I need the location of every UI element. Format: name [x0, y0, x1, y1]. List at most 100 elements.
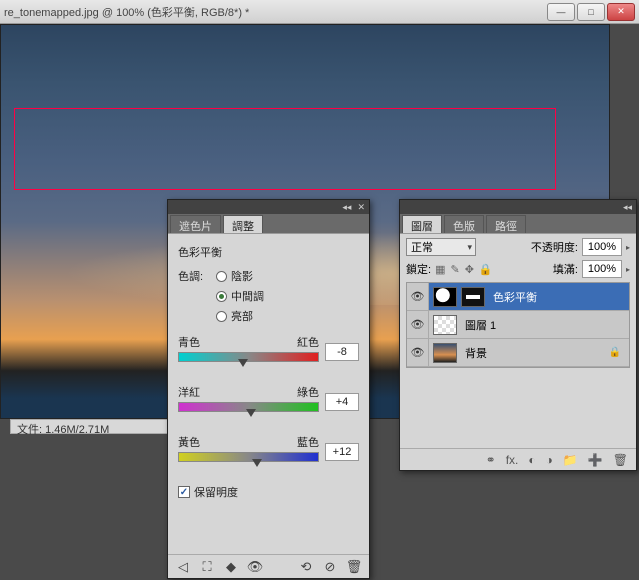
- close-button[interactable]: ✕: [607, 3, 635, 21]
- selection-rectangle[interactable]: [14, 108, 556, 190]
- radio-icon: [216, 271, 227, 282]
- new-layer-icon[interactable]: ➕: [588, 453, 603, 467]
- fill-label: 填滿:: [553, 261, 578, 277]
- panel-header[interactable]: ◂◂ ✕: [168, 200, 369, 214]
- adjustments-panel: ◂◂ ✕ 遮色片 調整 色彩平衡 色調: 陰影 中間調 亮部: [167, 199, 370, 579]
- layer-name: 圖層 1: [461, 317, 500, 333]
- radio-label: 亮部: [231, 308, 253, 324]
- radio-icon: [216, 311, 227, 322]
- slider-left-label: 黃色: [178, 434, 200, 450]
- lock-icon: 🔒: [609, 347, 621, 358]
- chevron-right-icon[interactable]: ▸: [626, 265, 630, 274]
- clip-icon[interactable]: ◆: [224, 560, 238, 574]
- reset-icon[interactable]: ⊘: [323, 560, 337, 574]
- panel-body: 色彩平衡 色調: 陰影 中間調 亮部: [168, 234, 369, 506]
- lock-transparent-icon[interactable]: ▦: [435, 263, 445, 276]
- layers-tabs: 圖層 色版 路徑: [400, 214, 636, 234]
- radio-label: 中間調: [231, 288, 264, 304]
- trash-icon[interactable]: 🗑: [347, 560, 361, 574]
- blend-opacity-row: 正常 不透明度: 100% ▸: [406, 238, 630, 256]
- slider-yellow-blue: 黃色 藍色 +12: [178, 434, 359, 470]
- layer-thumb: [433, 315, 457, 335]
- visibility-toggle[interactable]: 👁: [407, 283, 429, 310]
- tab-channels[interactable]: 色版: [444, 215, 484, 233]
- slider-thumb[interactable]: [238, 359, 248, 367]
- layer-name: 色彩平衡: [489, 289, 541, 305]
- previous-icon[interactable]: ⟲: [299, 560, 313, 574]
- checkbox-icon: ✓: [178, 486, 190, 498]
- slider-right-label: 紅色: [297, 334, 319, 350]
- lock-label: 鎖定:: [406, 261, 431, 277]
- maximize-button[interactable]: □: [577, 3, 605, 21]
- radio-highlights[interactable]: 亮部: [216, 308, 264, 324]
- link-icon[interactable]: ⚭: [486, 453, 496, 467]
- layers-list: 👁 色彩平衡 👁 圖層 1 👁 背景 🔒: [406, 282, 630, 368]
- slider-value[interactable]: +12: [325, 443, 359, 461]
- chevron-right-icon[interactable]: ▸: [626, 243, 630, 252]
- adjustment-icon[interactable]: ◑: [546, 453, 553, 467]
- mask-icon[interactable]: ◐: [528, 453, 535, 467]
- group-icon[interactable]: 📁: [563, 453, 578, 467]
- lock-position-icon[interactable]: ✥: [465, 263, 474, 276]
- layer-name: 背景: [461, 345, 491, 361]
- tone-label: 色調:: [178, 268, 212, 284]
- layer-row[interactable]: 👁 圖層 1: [407, 311, 629, 339]
- layer-thumb: [433, 343, 457, 363]
- collapse-icon[interactable]: ◂◂: [623, 202, 632, 213]
- document-title: re_tonemapped.jpg @ 100% (色彩平衡, RGB/8*) …: [4, 4, 547, 20]
- lock-icons: ▦ ✎ ✥ 🔒: [435, 263, 493, 276]
- slider-left-label: 青色: [178, 334, 200, 350]
- title-bar: re_tonemapped.jpg @ 100% (色彩平衡, RGB/8*) …: [0, 0, 639, 24]
- lock-fill-row: 鎖定: ▦ ✎ ✥ 🔒 填滿: 100% ▸: [406, 260, 630, 278]
- blend-mode-select[interactable]: 正常: [406, 238, 476, 256]
- panel-close-icon[interactable]: ✕: [357, 202, 365, 213]
- slider-value[interactable]: +4: [325, 393, 359, 411]
- lock-all-icon[interactable]: 🔒: [479, 263, 493, 276]
- adjustment-title: 色彩平衡: [178, 244, 359, 260]
- expand-icon[interactable]: ⛶: [200, 560, 214, 574]
- layer-row[interactable]: 👁 色彩平衡: [407, 283, 629, 311]
- slider-magenta-green: 洋紅 綠色 +4: [178, 384, 359, 420]
- slider-thumb[interactable]: [252, 459, 262, 467]
- visibility-toggle[interactable]: 👁: [407, 339, 429, 366]
- fill-value[interactable]: 100%: [582, 260, 622, 278]
- slider-left-label: 洋紅: [178, 384, 200, 400]
- adjust-panel-footer: ◁ ⛶ ◆ 👁 ⟲ ⊘ 🗑: [168, 554, 369, 578]
- panel-tabs: 遮色片 調整: [168, 214, 369, 234]
- checkbox-label: 保留明度: [194, 484, 238, 500]
- layers-panel: ◂◂ 圖層 色版 路徑 正常 不透明度: 100% ▸ 鎖定: ▦ ✎ ✥ 🔒 …: [399, 199, 637, 471]
- visibility-icon[interactable]: 👁: [248, 560, 262, 574]
- slider-cyan-red: 青色 紅色 -8: [178, 334, 359, 370]
- slider-thumb[interactable]: [246, 409, 256, 417]
- slider-value[interactable]: -8: [325, 343, 359, 361]
- panel-header[interactable]: ◂◂: [400, 200, 636, 214]
- radio-shadows[interactable]: 陰影: [216, 268, 264, 284]
- layer-row[interactable]: 👁 背景 🔒: [407, 339, 629, 367]
- preserve-luminosity[interactable]: ✓ 保留明度: [178, 484, 359, 500]
- tab-paths[interactable]: 路徑: [486, 215, 526, 233]
- back-icon[interactable]: ◁: [176, 560, 190, 574]
- window-controls: — □ ✕: [547, 3, 635, 21]
- minimize-button[interactable]: —: [547, 3, 575, 21]
- tone-radio-group: 陰影 中間調 亮部: [216, 268, 264, 324]
- radio-midtones[interactable]: 中間調: [216, 288, 264, 304]
- radio-label: 陰影: [231, 268, 253, 284]
- fx-icon[interactable]: fx.: [506, 453, 519, 467]
- trash-icon[interactable]: 🗑: [613, 453, 628, 467]
- layers-footer: ⚭ fx. ◐ ◑ 📁 ➕ 🗑: [400, 448, 636, 470]
- tone-row: 色調: 陰影 中間調 亮部: [178, 268, 359, 324]
- opacity-label: 不透明度:: [531, 239, 578, 255]
- mask-thumb: [461, 287, 485, 307]
- tab-masks[interactable]: 遮色片: [170, 215, 221, 233]
- layers-body: 正常 不透明度: 100% ▸ 鎖定: ▦ ✎ ✥ 🔒 填滿: 100% ▸ 👁: [400, 234, 636, 372]
- opacity-value[interactable]: 100%: [582, 238, 622, 256]
- lock-pixels-icon[interactable]: ✎: [450, 263, 459, 276]
- slider-right-label: 綠色: [297, 384, 319, 400]
- status-bar: 文件: 1.46M/2.71M: [10, 419, 170, 434]
- slider-right-label: 藍色: [297, 434, 319, 450]
- tab-layers[interactable]: 圖層: [402, 215, 442, 233]
- collapse-icon[interactable]: ◂◂: [342, 202, 351, 213]
- tab-adjustments[interactable]: 調整: [223, 215, 263, 233]
- adjustment-thumb: [433, 287, 457, 307]
- visibility-toggle[interactable]: 👁: [407, 311, 429, 338]
